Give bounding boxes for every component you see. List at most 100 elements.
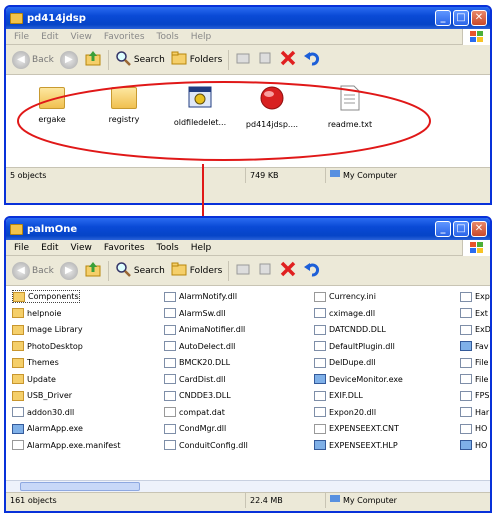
list-item-label: AlarmSw.dll [179,308,226,318]
list-item-label: Themes [27,358,59,367]
undo-icon[interactable] [303,260,321,281]
forward-button[interactable]: ▶ [59,50,78,69]
menu-favorites[interactable]: Favorites [104,243,145,253]
menu-edit[interactable]: Edit [41,243,58,253]
list-item[interactable]: EXPENSEEXT.CNT [314,422,399,435]
back-button[interactable]: ◀ Back [12,50,54,69]
minimize-button[interactable]: _ [435,10,451,26]
list-item[interactable]: DelDupe.dll [314,356,376,369]
list-item[interactable]: ConduitConfig.dll [164,439,248,452]
list-item[interactable]: Fav [460,340,489,353]
list-item[interactable]: helpnoie [12,307,61,320]
horizontal-scrollbar[interactable] [6,480,490,492]
scrollbar-thumb[interactable] [20,482,140,491]
list-item[interactable]: File [460,373,488,386]
folders-button[interactable]: Folders [171,262,222,279]
title-bar[interactable]: palmOne _ □ ✕ [6,218,490,240]
search-button[interactable]: Search [115,50,165,69]
list-item[interactable]: AlarmNotify.dll [164,290,237,303]
search-button[interactable]: Search [115,261,165,280]
list-item[interactable]: CNDDE3.DLL [164,389,231,402]
list-item[interactable]: File [460,356,488,369]
list-item[interactable]: CondMgr.dll [164,422,226,435]
copy-to-icon[interactable] [257,50,273,69]
list-item[interactable]: HO [460,422,487,435]
list-item[interactable]: compat.dat [164,406,225,419]
delete-icon[interactable] [279,49,297,70]
up-folder-icon[interactable] [84,260,102,281]
dll-file-icon [460,407,472,417]
close-button[interactable]: ✕ [471,221,487,237]
menu-help[interactable]: Help [191,243,212,253]
menu-edit[interactable]: Edit [41,32,58,42]
list-item[interactable]: USB_Driver [12,389,72,402]
list-item[interactable]: AutoDelect.dll [164,340,235,353]
menu-favorites[interactable]: Favorites [104,32,145,42]
toolbar: ◀ Back ▶ Search Folders [6,45,490,75]
list-item[interactable]: DeviceMonitor.exe [314,373,403,386]
list-item[interactable]: Image Library [12,323,83,336]
list-item[interactable]: Ext [460,307,488,320]
status-object-count: 5 objects [6,168,246,183]
forward-button[interactable]: ▶ [59,261,78,280]
folder-icon [12,308,24,318]
menu-tools[interactable]: Tools [157,32,179,42]
list-item[interactable]: AlarmSw.dll [164,307,226,320]
list-item-label: Components [28,292,79,301]
delete-icon[interactable] [279,260,297,281]
maximize-button[interactable]: □ [453,10,469,26]
list-item[interactable]: Currency.ini [314,290,376,303]
list-item-label: DATCNDD.DLL [329,325,386,334]
list-item[interactable]: DATCNDD.DLL [314,323,386,336]
status-size: 22.4 MB [246,493,326,508]
list-item[interactable]: AnimaNotifier.dll [164,323,245,336]
menu-help[interactable]: Help [191,32,212,42]
maximize-button[interactable]: □ [453,221,469,237]
list-item[interactable]: Exp [460,290,490,303]
menu-tools[interactable]: Tools [157,243,179,253]
list-item[interactable]: AlarmApp.exe [12,422,83,435]
move-to-icon[interactable] [235,50,251,69]
list-item[interactable]: Themes [12,356,59,369]
list-item[interactable]: DefaultPlugin.dll [314,340,395,353]
folder-icon [10,223,23,235]
list-item[interactable]: cximage.dll [314,307,375,320]
list-item-label: USB_Driver [27,391,73,400]
close-button[interactable]: ✕ [471,10,487,26]
move-to-icon[interactable] [235,261,251,280]
title-bar[interactable]: pd414jdsp _ □ ✕ [6,7,490,29]
list-item[interactable]: BMCK20.DLL [164,356,230,369]
list-item-label: AlarmNotify.dll [179,292,238,301]
list-item[interactable]: EXPENSEEXT.HLP [314,439,398,452]
menu-file[interactable]: File [14,32,29,42]
folder-icon [12,390,24,401]
up-folder-icon[interactable] [84,49,102,70]
list-item[interactable]: EXIF.DLL [314,389,363,402]
dll-file-icon [164,324,176,335]
list-item[interactable]: ExD [460,323,490,336]
text-file-icon [164,407,176,417]
list-item[interactable]: HO [460,439,487,452]
toolbar-separator [228,49,230,70]
folders-button[interactable]: Folders [171,51,222,68]
menu-view[interactable]: View [71,32,92,42]
list-item[interactable]: CardDist.dll [164,373,225,386]
minimize-button[interactable]: _ [435,221,451,237]
list-item[interactable]: Har [460,406,489,419]
list-item[interactable]: FPS [460,389,490,402]
copy-to-icon[interactable] [257,261,273,280]
list-item[interactable]: addon30.dll [12,406,74,419]
list-item-label: CNDDE3.DLL [179,391,231,400]
list-item[interactable]: AlarmApp.exe.manifest [12,439,120,452]
list-item[interactable]: PhotoDesktop [12,340,83,353]
undo-icon[interactable] [303,49,321,70]
back-button[interactable]: ◀ Back [12,261,54,280]
list-item[interactable]: Components [12,290,80,303]
menu-view[interactable]: View [71,243,92,253]
list-item[interactable]: Expon20.dll [314,406,376,419]
file-view: ergake registry oldfiledelet... pd414jds… [6,75,490,167]
dll-file-icon [164,291,176,302]
list-item[interactable]: Update [12,373,56,386]
menu-file[interactable]: File [14,243,29,253]
dll-file-icon [164,423,176,434]
